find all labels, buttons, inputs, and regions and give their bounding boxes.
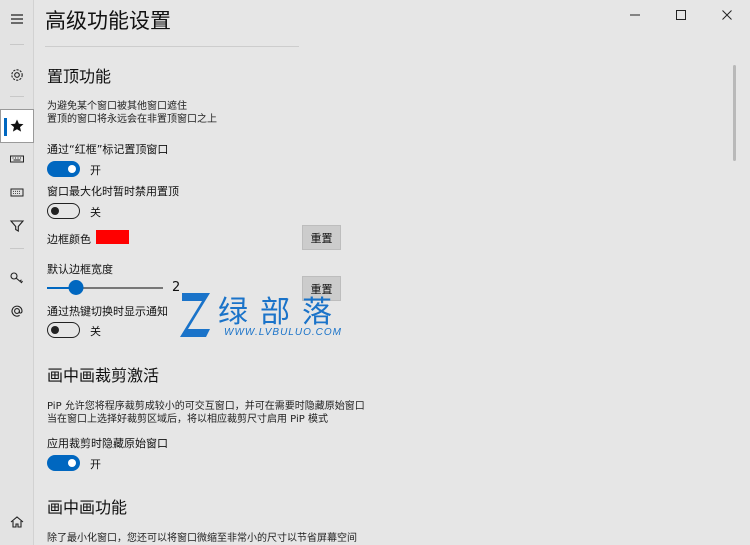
maximize-icon[interactable] [658, 0, 704, 30]
hide-original-label: 应用裁剪时隐藏原始窗口 [47, 437, 168, 450]
section-title-pip-crop: 画中画裁剪激活 [47, 366, 160, 385]
topmost-description-line2: 置顶的窗口将永远会在非置顶窗口之上 [47, 114, 217, 125]
red-frame-toggle-state: 开 [90, 164, 101, 177]
rail-divider [10, 248, 24, 249]
app-window: 高级功能设置 置顶功能 为避免某个窗口被其他窗口遮住 置顶的窗口将永远会在非置顶… [0, 0, 750, 545]
border-color-reset-button[interactable]: 重置 [302, 225, 341, 250]
window-caption-buttons [612, 0, 750, 30]
hotkey-notify-toggle-state: 关 [90, 325, 101, 338]
toggle-knob [68, 165, 76, 173]
topmost-description-line1: 为避免某个窗口被其他窗口遮住 [47, 101, 187, 112]
pip-crop-description-line2: 当在窗口上选择好裁剪区域后，将以相应裁剪尺寸启用 PiP 模式 [47, 414, 328, 425]
section-title-pip: 画中画功能 [47, 498, 128, 517]
border-color-swatch[interactable] [96, 230, 129, 244]
key-icon[interactable] [0, 261, 34, 295]
rail-divider [10, 44, 24, 45]
watermark-text: 绿部落 [218, 295, 344, 330]
minimize-icon[interactable] [612, 0, 658, 30]
disable-maximized-toggle[interactable] [47, 203, 80, 219]
watermark: 绿部落 WWW.LVBULUO.COM [178, 287, 353, 347]
disable-maximized-label: 窗口最大化时暂时禁用置顶 [47, 185, 179, 198]
gear-icon[interactable] [0, 58, 34, 92]
title-divider [45, 46, 299, 47]
toggle-knob [51, 206, 59, 215]
close-icon[interactable] [704, 0, 750, 30]
toggle-knob [51, 325, 59, 334]
pip-description-line1: 除了最小化窗口，您还可以将窗口微缩至非常小的尺寸以节省屏幕空间 [47, 533, 357, 544]
nav-rail [0, 0, 34, 545]
red-frame-toggle[interactable] [47, 161, 80, 177]
red-frame-label: 通过“红框”标记置顶窗口 [47, 143, 169, 156]
hotkey-notify-toggle[interactable] [47, 322, 80, 338]
watermark-url: WWW.LVBULUO.COM [224, 327, 342, 338]
section-title-topmost: 置顶功能 [47, 67, 112, 86]
disable-maximized-toggle-state: 关 [90, 206, 101, 219]
border-width-slider-thumb[interactable] [68, 280, 84, 295]
watermark-logo-icon [180, 293, 210, 337]
page-title: 高级功能设置 [45, 9, 171, 33]
hide-original-toggle-state: 开 [90, 458, 101, 471]
toggle-knob [68, 459, 76, 467]
hotkey-notify-label: 通过热键切换时显示通知 [47, 305, 168, 318]
hamburger-menu-icon[interactable] [0, 2, 34, 36]
rail-divider [10, 96, 24, 97]
filter-icon[interactable] [0, 209, 34, 243]
star-icon[interactable] [0, 109, 34, 143]
at-icon[interactable] [0, 294, 34, 328]
pip-crop-description-line1: PiP 允许您将程序裁剪成较小的可交互窗口，并可在需要时隐藏原始窗口 [47, 401, 365, 412]
vertical-scrollbar[interactable] [733, 65, 736, 161]
keyboard-icon[interactable] [0, 142, 34, 176]
hide-original-toggle[interactable] [47, 455, 80, 471]
keyboard-small-icon[interactable] [0, 175, 34, 209]
border-width-label: 默认边框宽度 [47, 263, 113, 276]
home-icon[interactable] [0, 505, 34, 539]
border-color-label: 边框颜色 [47, 233, 91, 246]
